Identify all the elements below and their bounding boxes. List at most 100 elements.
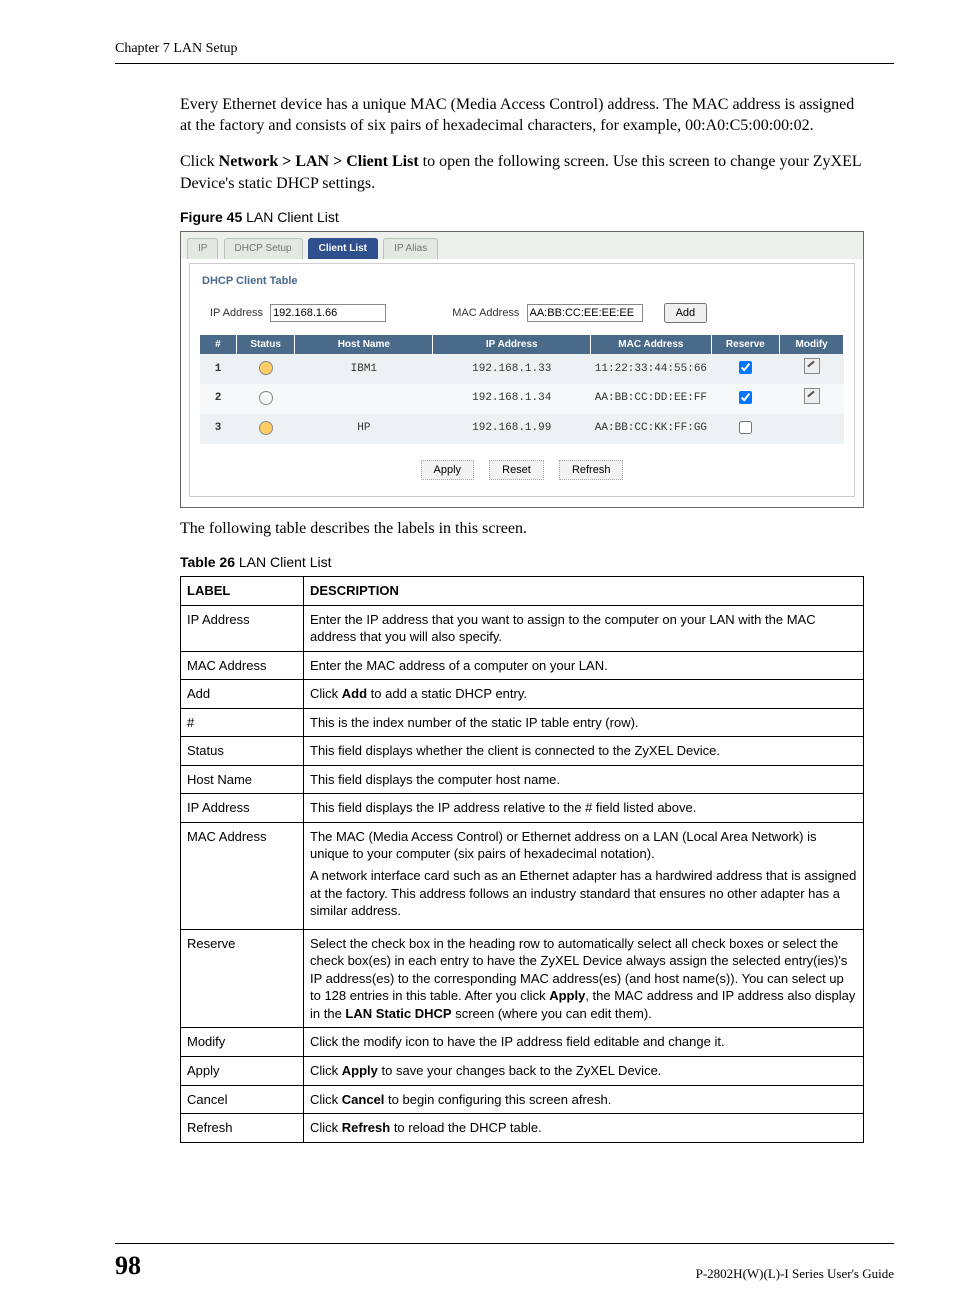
tab-dhcp-setup[interactable]: DHCP Setup [224, 238, 303, 259]
table-intro: The following table describes the labels… [180, 518, 864, 540]
desc-text: Click Cancel to begin configuring this s… [304, 1085, 864, 1114]
desc-row: AddClick Add to add a static DHCP entry. [181, 680, 864, 709]
reset-button[interactable]: Reset [489, 460, 544, 480]
desc-row: IP AddressThis field displays the IP add… [181, 794, 864, 823]
desc-label: Reserve [181, 929, 304, 1028]
desc-text: This field displays whether the client i… [304, 737, 864, 766]
cell-modify [780, 354, 844, 384]
table-row: 1 IBM1192.168.1.3311:22:33:44:55:66 [200, 354, 844, 384]
intro-para-1: Every Ethernet device has a unique MAC (… [180, 94, 864, 137]
desc-label: Modify [181, 1028, 304, 1057]
add-button[interactable]: Add [664, 303, 708, 323]
cell-mac: AA:BB:CC:KK:FF:GG [591, 414, 711, 444]
cell-ip: 192.168.1.33 [433, 354, 591, 384]
desc-label: Cancel [181, 1085, 304, 1114]
cell-ip: 192.168.1.34 [433, 384, 591, 414]
desc-label: IP Address [181, 794, 304, 823]
col-index: # [200, 335, 236, 355]
status-icon [259, 421, 273, 435]
cell-reserve [711, 354, 780, 384]
cell-index: 1 [200, 354, 236, 384]
col-modify: Modify [780, 335, 844, 355]
cell-hostname: IBM1 [295, 354, 433, 384]
tab-client-list[interactable]: Client List [308, 238, 378, 259]
col-status: Status [236, 335, 295, 355]
desc-text: Enter the IP address that you want to as… [304, 605, 864, 651]
ip-address-input[interactable] [270, 304, 386, 322]
modify-icon[interactable] [804, 388, 820, 404]
client-table: # Status Host Name IP Address MAC Addres… [200, 335, 844, 444]
cell-index: 3 [200, 414, 236, 444]
mac-address-label: MAC Address [452, 307, 519, 319]
add-entry-form: IP Address MAC Address Add [210, 303, 844, 323]
description-table: LABEL DESCRIPTION IP AddressEnter the IP… [180, 576, 864, 1143]
reserve-checkbox[interactable] [739, 361, 752, 374]
cell-status [236, 414, 295, 444]
client-list-screenshot: IP DHCP Setup Client List IP Alias DHCP … [180, 231, 864, 507]
tab-row: IP DHCP Setup Client List IP Alias [181, 232, 863, 259]
desc-row: MAC AddressEnter the MAC address of a co… [181, 651, 864, 680]
table-caption: Table 26 LAN Client List [180, 553, 864, 572]
cell-modify [780, 414, 844, 444]
cell-index: 2 [200, 384, 236, 414]
desc-label: IP Address [181, 605, 304, 651]
desc-row: IP AddressEnter the IP address that you … [181, 605, 864, 651]
cell-ip: 192.168.1.99 [433, 414, 591, 444]
desc-row: #This is the index number of the static … [181, 708, 864, 737]
cell-status [236, 354, 295, 384]
desc-label: # [181, 708, 304, 737]
desc-text: Click Add to add a static DHCP entry. [304, 680, 864, 709]
desc-label: Host Name [181, 765, 304, 794]
page-footer: 98 P-2802H(W)(L)-I Series User's Guide [115, 1243, 894, 1283]
desc-row: Host NameThis field displays the compute… [181, 765, 864, 794]
refresh-button[interactable]: Refresh [559, 460, 624, 480]
desc-label: MAC Address [181, 822, 304, 929]
desc-text: This field displays the IP address relat… [304, 794, 864, 823]
status-icon [259, 361, 273, 375]
desc-text: Select the check box in the heading row … [304, 929, 864, 1028]
desc-text: This field displays the computer host na… [304, 765, 864, 794]
desc-row: CancelClick Cancel to begin configuring … [181, 1085, 864, 1114]
desc-label: Status [181, 737, 304, 766]
status-icon [259, 391, 273, 405]
mac-address-input[interactable] [527, 304, 643, 322]
panel-title: DHCP Client Table [202, 274, 844, 289]
col-reserve: Reserve [711, 335, 780, 355]
desc-text: The MAC (Media Access Control) or Ethern… [304, 822, 864, 929]
desc-row: StatusThis field displays whether the cl… [181, 737, 864, 766]
desc-text: Click the modify icon to have the IP add… [304, 1028, 864, 1057]
dhcp-client-panel: DHCP Client Table IP Address MAC Address… [189, 263, 855, 497]
desc-label: MAC Address [181, 651, 304, 680]
cell-hostname: HP [295, 414, 433, 444]
cell-mac: 11:22:33:44:55:66 [591, 354, 711, 384]
table-row: 3 HP192.168.1.99AA:BB:CC:KK:FF:GG [200, 414, 844, 444]
tab-ip[interactable]: IP [187, 238, 218, 259]
col-mac: MAC Address [591, 335, 711, 355]
cell-reserve [711, 414, 780, 444]
desc-text: This is the index number of the static I… [304, 708, 864, 737]
desc-label: Refresh [181, 1114, 304, 1143]
cell-status [236, 384, 295, 414]
chapter-title: Chapter 7 LAN Setup [115, 41, 237, 56]
modify-icon[interactable] [804, 358, 820, 374]
ip-address-label: IP Address [210, 307, 263, 319]
table-header-row: # Status Host Name IP Address MAC Addres… [200, 335, 844, 355]
desc-head-label: LABEL [181, 577, 304, 606]
intro-para-2: Click Network > LAN > Client List to ope… [180, 151, 864, 194]
col-hostname: Host Name [295, 335, 433, 355]
desc-row: ReserveSelect the check box in the headi… [181, 929, 864, 1028]
table-row: 2192.168.1.34AA:BB:CC:DD:EE:FF [200, 384, 844, 414]
button-row: Apply Reset Refresh [200, 460, 844, 480]
col-ip: IP Address [433, 335, 591, 355]
desc-text: Click Refresh to reload the DHCP table. [304, 1114, 864, 1143]
desc-row: RefreshClick Refresh to reload the DHCP … [181, 1114, 864, 1143]
page-number: 98 [115, 1248, 141, 1283]
reserve-checkbox[interactable] [739, 421, 752, 434]
desc-head-desc: DESCRIPTION [304, 577, 864, 606]
desc-row: ApplyClick Apply to save your changes ba… [181, 1056, 864, 1085]
page-header: Chapter 7 LAN Setup [115, 40, 894, 64]
tab-ip-alias[interactable]: IP Alias [383, 238, 438, 259]
apply-button[interactable]: Apply [421, 460, 475, 480]
cell-hostname [295, 384, 433, 414]
reserve-checkbox[interactable] [739, 391, 752, 404]
